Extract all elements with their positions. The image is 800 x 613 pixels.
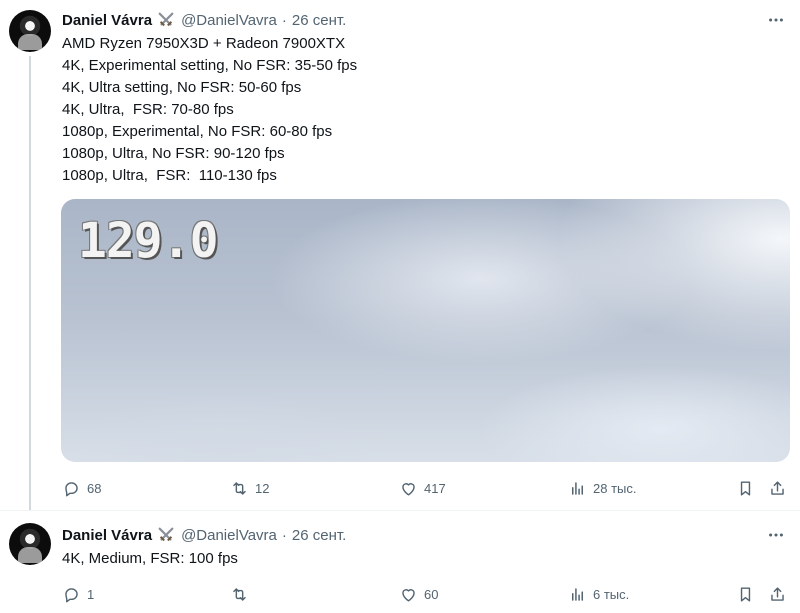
tweet-header: Daniel Vávra @DanielVavra · 26 сент. bbox=[62, 9, 346, 31]
bookmark-button[interactable] bbox=[736, 476, 755, 500]
repost-button[interactable]: 12 bbox=[230, 476, 269, 500]
tweet-media-image[interactable]: 129.0 bbox=[61, 199, 790, 462]
reply-count: 68 bbox=[87, 480, 102, 496]
tweet-text-line: 4K, Medium, FSR: 100 fps bbox=[62, 550, 238, 567]
tweet-text-line: 1080p, Ultra, FSR: 110-130 fps bbox=[62, 167, 277, 184]
tweet-actions: 1 60 6 тыс. bbox=[62, 582, 790, 606]
reply-button[interactable]: 68 bbox=[62, 476, 101, 500]
heart-icon bbox=[402, 482, 415, 496]
crossed-swords-icon bbox=[157, 526, 175, 544]
tweet-date[interactable]: 26 сент. bbox=[292, 527, 346, 544]
tweet-text-line: 4K, Ultra setting, No FSR: 50-60 fps bbox=[62, 79, 302, 96]
author-handle[interactable]: @DanielVavra bbox=[181, 12, 277, 29]
like-count: 60 bbox=[424, 586, 439, 602]
bookmark-button[interactable] bbox=[736, 582, 755, 606]
repost-icon bbox=[233, 587, 246, 601]
views-count: 6 тыс. bbox=[593, 586, 630, 602]
separator-dot: · bbox=[281, 11, 287, 29]
like-button[interactable]: 60 bbox=[399, 582, 438, 606]
author-name[interactable]: Daniel Vávra bbox=[62, 12, 152, 29]
avatar[interactable] bbox=[9, 523, 51, 565]
like-count: 417 bbox=[424, 480, 446, 496]
reply-icon bbox=[65, 481, 78, 496]
views-chart-icon bbox=[571, 587, 584, 601]
bookmark-icon bbox=[740, 586, 751, 602]
tweet-text-line: 4K, Ultra, FSR: 70-80 fps bbox=[62, 101, 234, 118]
tweet-text: 4K, Medium, FSR: 100 fps bbox=[62, 548, 238, 570]
tweet-header: Daniel Vávra @DanielVavra · 26 сент. bbox=[62, 524, 346, 546]
author-handle[interactable]: @DanielVavra bbox=[181, 527, 277, 544]
reply-button[interactable]: 1 bbox=[62, 582, 94, 606]
thread-connector-line bbox=[29, 56, 31, 510]
crossed-swords-icon bbox=[157, 11, 175, 29]
tweet-text-line: 4K, Experimental setting, No FSR: 35-50 … bbox=[62, 57, 358, 74]
tweet[interactable]: Daniel Vávra @DanielVavra · 26 сент. AMD… bbox=[0, 0, 800, 510]
share-button[interactable] bbox=[768, 476, 787, 500]
like-button[interactable]: 417 bbox=[399, 476, 446, 500]
tweet-text-line: 1080p, Ultra, No FSR: 90-120 fps bbox=[62, 145, 285, 162]
share-icon bbox=[771, 480, 784, 495]
heart-icon bbox=[402, 588, 415, 602]
tweet-date[interactable]: 26 сент. bbox=[292, 12, 346, 29]
separator-dot: · bbox=[281, 526, 287, 544]
author-name[interactable]: Daniel Vávra bbox=[62, 527, 152, 544]
reply-icon bbox=[65, 587, 78, 602]
views-count: 28 тыс. bbox=[593, 480, 637, 496]
tweet-text-line: 1080p, Experimental, No FSR: 60-80 fps bbox=[62, 123, 333, 140]
more-options-icon[interactable] bbox=[766, 525, 786, 545]
tweet-actions: 68 12 417 28 тыс. bbox=[62, 476, 790, 500]
share-icon bbox=[771, 586, 784, 601]
tweet-text: AMD Ryzen 7950X3D + Radeon 7900XTX 4K, E… bbox=[62, 33, 357, 187]
views-chart-icon bbox=[571, 481, 584, 495]
repost-button[interactable] bbox=[230, 582, 255, 606]
share-button[interactable] bbox=[768, 582, 787, 606]
tweet-text-line: AMD Ryzen 7950X3D + Radeon 7900XTX bbox=[62, 35, 346, 52]
bookmark-icon bbox=[740, 480, 751, 496]
repost-icon bbox=[233, 481, 246, 495]
views-button[interactable]: 6 тыс. bbox=[568, 582, 629, 606]
more-options-icon[interactable] bbox=[766, 10, 786, 30]
avatar[interactable] bbox=[9, 10, 51, 52]
repost-count: 12 bbox=[255, 480, 270, 496]
tweet[interactable]: Daniel Vávra @DanielVavra · 26 сент. 4K,… bbox=[0, 510, 800, 613]
reply-count: 1 bbox=[87, 586, 95, 602]
views-button[interactable]: 28 тыс. bbox=[568, 476, 636, 500]
fps-counter-readout: 129.0 bbox=[78, 213, 218, 269]
